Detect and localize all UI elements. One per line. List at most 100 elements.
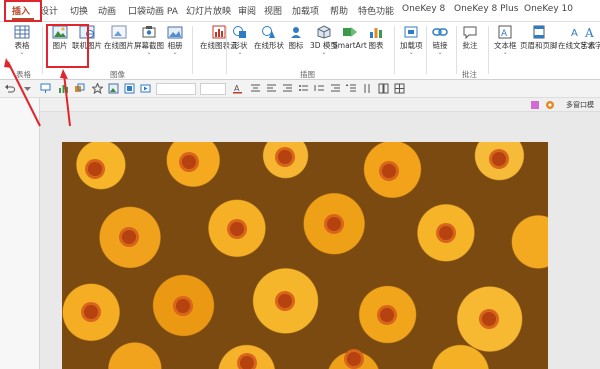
tab-animations[interactable]: 动画 xyxy=(98,4,116,17)
tab-onekey8-plus[interactable]: OneKey 8 Plus xyxy=(454,4,518,14)
multi-window-button[interactable]: 多窗口模 xyxy=(566,100,594,110)
divider xyxy=(488,26,489,74)
chevron-down-icon: ⌄ xyxy=(146,49,152,56)
align-left-icon[interactable] xyxy=(266,83,277,94)
present-icon[interactable] xyxy=(40,83,51,94)
puzzle-icon[interactable] xyxy=(530,100,540,110)
svg-text:A: A xyxy=(234,84,240,93)
text-direction-icon[interactable] xyxy=(362,83,373,94)
tab-transitions[interactable]: 切换 xyxy=(70,4,88,17)
flower-center xyxy=(380,308,394,322)
svg-text:A: A xyxy=(501,29,508,39)
flower-center xyxy=(230,222,244,236)
table-button[interactable]: 表格 ⌄ xyxy=(14,25,30,56)
addins-button[interactable]: 加载项 ⌄ xyxy=(400,25,423,56)
grid-icon[interactable] xyxy=(394,83,405,94)
tab-slideshow[interactable]: 幻灯片放映 xyxy=(186,4,231,17)
comment-button[interactable]: 批注 xyxy=(462,25,478,50)
tab-review[interactable]: 审阅 xyxy=(238,4,256,17)
columns-icon[interactable] xyxy=(378,83,389,94)
divider xyxy=(42,26,43,74)
screenshot-icon xyxy=(142,26,156,38)
wordart-icon: A xyxy=(584,26,594,39)
chart-quick-icon[interactable] xyxy=(58,83,69,94)
chart-cloud-icon xyxy=(212,25,226,39)
dropdown-icon[interactable] xyxy=(22,83,33,94)
flower-center xyxy=(382,164,396,178)
cloud-picture-icon xyxy=(111,25,127,39)
chevron-down-icon: ⌄ xyxy=(19,49,25,56)
tab-pocket-animation[interactable]: 口袋动画 PA xyxy=(128,4,178,17)
divider xyxy=(456,26,457,74)
flower-center xyxy=(492,152,506,166)
chart-button[interactable]: 图表 xyxy=(368,25,384,50)
flower-center xyxy=(439,226,453,240)
smartart-button[interactable]: SmartArt xyxy=(333,25,367,50)
numbering-icon[interactable] xyxy=(314,83,325,94)
video-icon[interactable] xyxy=(140,83,151,94)
header-footer-button[interactable]: 页眉和页脚 xyxy=(520,25,558,50)
flower-center xyxy=(84,305,98,319)
indent-icon[interactable] xyxy=(330,83,341,94)
flower-center xyxy=(122,230,136,244)
tab-design[interactable]: 设计 xyxy=(40,4,58,17)
divider xyxy=(394,26,395,74)
line-spacing-icon[interactable] xyxy=(346,83,357,94)
align-center-icon[interactable] xyxy=(250,83,261,94)
crop-icon[interactable] xyxy=(124,83,135,94)
svg-text:A: A xyxy=(584,26,594,39)
smartart-icon xyxy=(342,27,357,37)
font-name-box[interactable] xyxy=(156,83,196,95)
icons-button[interactable]: 图标 xyxy=(288,25,304,50)
undo-icon[interactable] xyxy=(4,83,15,94)
textbox-button[interactable]: A 文本框 ⌄ xyxy=(494,25,517,56)
online-shapes-button[interactable]: 在线形状 xyxy=(254,25,284,50)
flower-center xyxy=(482,312,496,326)
chevron-down-icon: ⌄ xyxy=(321,49,327,56)
group-label-tables: 表格 xyxy=(16,70,31,79)
flower-center xyxy=(347,352,361,366)
cube-icon xyxy=(317,25,331,39)
link-button[interactable]: 链接 ⌄ xyxy=(432,25,448,56)
flower-center xyxy=(240,356,254,369)
divider xyxy=(192,26,193,74)
chevron-down-icon: ⌄ xyxy=(502,49,508,56)
flower-center xyxy=(182,155,196,169)
textbox-icon: A xyxy=(498,25,512,39)
bullets-icon[interactable] xyxy=(298,83,309,94)
wordart-button[interactable]: A 艺术字 xyxy=(580,25,600,50)
flower-center xyxy=(278,294,292,308)
quick-access-toolbar: A xyxy=(0,80,600,98)
align-right-icon[interactable] xyxy=(282,83,293,94)
chevron-down-icon: ⌄ xyxy=(172,49,178,56)
table-icon xyxy=(14,25,30,39)
inserted-flower-picture[interactable] xyxy=(62,142,548,369)
canvas-toolbar: 多窗口模 xyxy=(40,98,600,112)
shapes-button[interactable]: 形状 ⌄ xyxy=(232,25,248,56)
tab-addins[interactable]: 加载项 xyxy=(292,4,319,17)
chevron-down-icon: ⌄ xyxy=(408,49,414,56)
album-icon xyxy=(167,26,183,39)
shape-fill-icon[interactable] xyxy=(74,83,85,94)
flower-center xyxy=(278,150,292,164)
picture-quick-icon[interactable] xyxy=(108,83,119,94)
font-size-box[interactable] xyxy=(200,83,226,95)
settings-icon[interactable] xyxy=(545,100,555,110)
tab-featured[interactable]: 特色功能 xyxy=(358,4,394,17)
font-color-icon[interactable]: A xyxy=(232,83,243,94)
chevron-down-icon: ⌄ xyxy=(237,49,243,56)
slide-thumbnail-pane[interactable] xyxy=(0,98,40,369)
shapes-icon xyxy=(233,26,246,38)
album-button[interactable]: 相册 ⌄ xyxy=(167,25,183,56)
tab-view[interactable]: 视图 xyxy=(264,4,282,17)
tab-onekey10[interactable]: OneKey 10 xyxy=(524,4,573,14)
ribbon-tab-bar: 插入 设计 切换 动画 口袋动画 PA 幻灯片放映 审阅 视图 加载项 帮助 特… xyxy=(0,0,600,22)
tab-help[interactable]: 帮助 xyxy=(330,4,348,17)
screenshot-button[interactable]: 屏幕截图 ⌄ xyxy=(134,25,164,56)
star-icon[interactable] xyxy=(92,83,103,94)
tab-onekey8[interactable]: OneKey 8 xyxy=(402,4,445,14)
online-picture-alt-button[interactable]: 在线图片 xyxy=(104,25,134,50)
link-icon xyxy=(432,28,448,36)
chevron-down-icon: ⌄ xyxy=(437,49,443,56)
divider xyxy=(426,26,427,74)
